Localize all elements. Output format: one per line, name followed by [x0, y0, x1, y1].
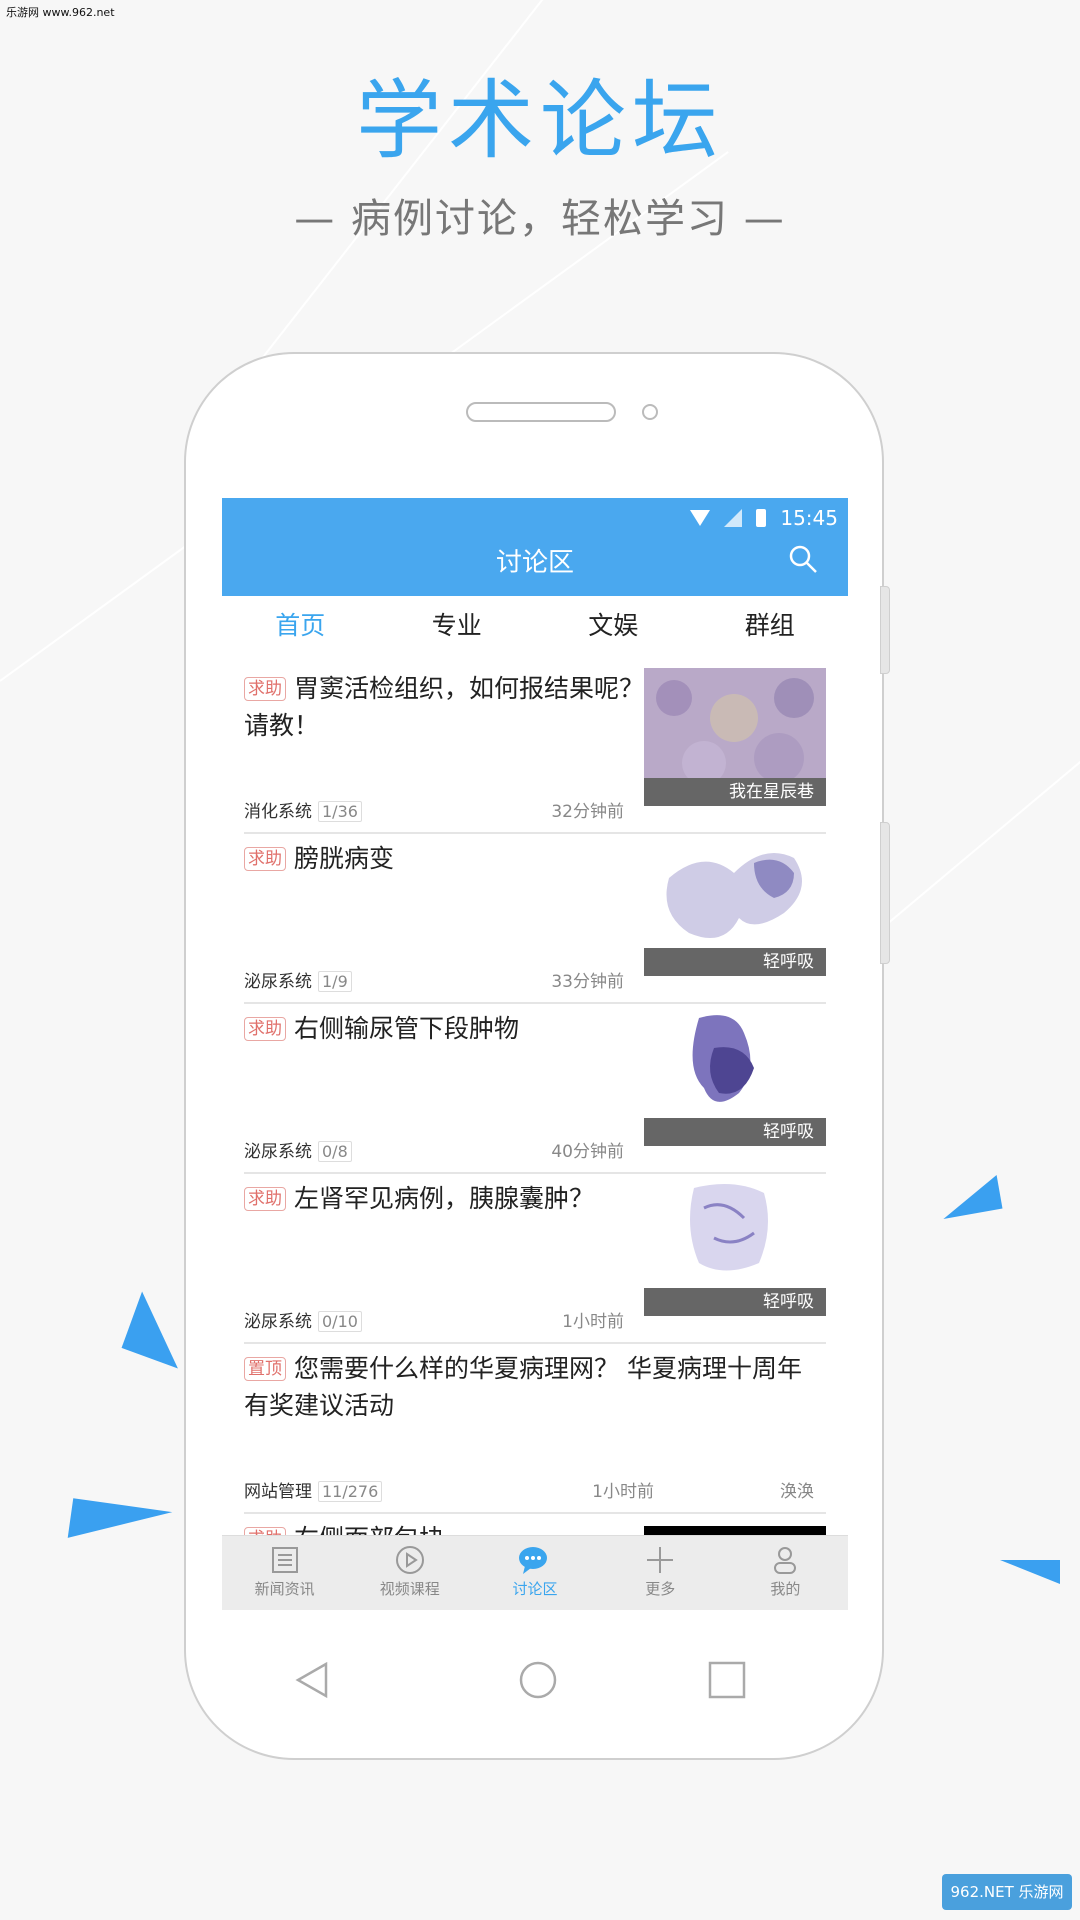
- post-author: 涣涣: [780, 1482, 814, 1502]
- reply-count: 0/8: [318, 1141, 352, 1162]
- post-title-text: 您需要什么样的华夏病理网？ 华夏病理十周年有奖建议活动: [244, 1354, 802, 1420]
- user-icon: [774, 1547, 797, 1574]
- subline: — 病例讨论，轻松学习 —: [294, 196, 786, 242]
- post-meta: 泌尿系统 0/8 40分钟前: [244, 1137, 624, 1162]
- post-tag: 求助: [244, 847, 286, 871]
- post-tag: 求助: [244, 1017, 286, 1041]
- wifi-icon: [690, 510, 711, 526]
- post-meta: 泌尿系统 0/10 1小时前: [244, 1307, 624, 1332]
- thumbnail-caption: 轻呼吸: [644, 1118, 826, 1146]
- news-icon: [271, 1547, 298, 1573]
- post-title: 求助 左肾罕见病例，胰腺囊肿？: [244, 1180, 644, 1217]
- decor-triangle: [67, 1498, 173, 1552]
- reply-count: 11/276: [318, 1481, 383, 1502]
- tab-home[interactable]: 首页: [222, 596, 379, 656]
- post-title: 求助 右侧输尿管下段肿物: [244, 1010, 644, 1047]
- decor-line: [259, 0, 631, 362]
- nav-more[interactable]: 更多: [598, 1536, 723, 1610]
- post-time: 1小时前: [592, 1482, 654, 1502]
- system-keys: [295, 1661, 746, 1699]
- post-tag: 求助: [244, 1187, 286, 1211]
- thumbnail-caption: 轻呼吸: [644, 948, 826, 976]
- post-time: 33分钟前: [551, 972, 624, 992]
- bottom-navigation: 新闻资讯 视频课程 讨论区 更多 我的: [222, 1535, 848, 1610]
- post-meta: 消化系统 1/36 32分钟前: [244, 797, 624, 822]
- nav-label: 视频课程: [379, 1580, 440, 1598]
- status-time: 15:45: [780, 506, 838, 530]
- list-item[interactable]: 置顶 您需要什么样的华夏病理网？ 华夏病理十周年有奖建议活动 网站管理 11/276…: [244, 1344, 826, 1514]
- watermark-bottom: 962.NET 乐游网: [942, 1874, 1072, 1910]
- tab-entertainment[interactable]: 文娱: [535, 596, 692, 656]
- post-category: 泌尿系统: [244, 1312, 312, 1332]
- back-icon[interactable]: [295, 1661, 328, 1699]
- chat-icon: [519, 1547, 547, 1574]
- plus-icon: [647, 1547, 674, 1573]
- signal-icon: [724, 509, 743, 527]
- page-title: 讨论区: [495, 548, 574, 578]
- post-title-text: 左肾罕见病例，胰腺囊肿？: [294, 1184, 595, 1213]
- post-list: 求助 胃窦活检组织，如何报结果呢？请教！ 消化系统 1/36 32分钟前 我在星辰巷: [222, 664, 848, 1610]
- post-title-text: 胃窦活检组织，如何报结果呢？请教！: [244, 674, 645, 740]
- post-category: 泌尿系统: [244, 1142, 312, 1162]
- category-tabs: 首页 专业 文娱 群组: [222, 596, 848, 656]
- post-thumbnail[interactable]: 我在星辰巷: [644, 668, 826, 806]
- decor-triangle: [937, 1175, 1003, 1219]
- phone-camera: [642, 404, 658, 420]
- post-tag: 置顶: [244, 1357, 286, 1381]
- watermark-top: 乐游网 www.962.net: [6, 6, 115, 19]
- nav-label: 更多: [645, 1580, 676, 1598]
- thumbnail-caption: 我在星辰巷: [644, 778, 826, 806]
- thumbnail-caption: 轻呼吸: [644, 1288, 826, 1316]
- list-item[interactable]: 求助 膀胱病变 泌尿系统 1/9 33分钟前 轻呼吸: [244, 834, 826, 1004]
- post-thumbnail[interactable]: 轻呼吸: [644, 1008, 826, 1146]
- post-time: 32分钟前: [551, 802, 624, 822]
- nav-video[interactable]: 视频课程: [347, 1536, 472, 1610]
- list-item[interactable]: 求助 右侧输尿管下段肿物 泌尿系统 0/8 40分钟前 轻呼吸: [244, 1004, 826, 1174]
- play-icon: [395, 1546, 424, 1574]
- post-thumbnail[interactable]: 轻呼吸: [644, 838, 826, 976]
- post-meta: 泌尿系统 1/9 33分钟前: [244, 967, 624, 992]
- nav-label: 讨论区: [512, 1580, 558, 1598]
- volume-button: [880, 586, 890, 674]
- post-category: 消化系统: [244, 802, 312, 822]
- phone-frame: 15:45 讨论区 首页 专业 文娱 群组 求助 胃窦活检组织，如何报结果呢？请教…: [184, 352, 890, 1760]
- post-title-text: 右侧输尿管下段肿物: [294, 1014, 520, 1043]
- reply-count: 1/9: [318, 971, 352, 992]
- tab-groups[interactable]: 群组: [692, 596, 849, 656]
- post-category: 泌尿系统: [244, 972, 312, 992]
- post-title: 求助 膀胱病变: [244, 840, 644, 877]
- search-icon[interactable]: [788, 544, 818, 574]
- post-thumbnail[interactable]: 轻呼吸: [644, 1178, 826, 1316]
- post-tag: 求助: [244, 677, 286, 701]
- nav-me[interactable]: 我的: [723, 1536, 848, 1610]
- nav-news[interactable]: 新闻资讯: [222, 1536, 347, 1610]
- post-title-text: 膀胱病变: [294, 844, 395, 873]
- nav-label: 我的: [770, 1580, 801, 1598]
- nav-discussion[interactable]: 讨论区: [472, 1536, 597, 1610]
- reply-count: 1/36: [318, 801, 362, 822]
- post-time: 40分钟前: [551, 1142, 624, 1162]
- app-bar: 15:45 讨论区: [222, 498, 848, 596]
- list-item[interactable]: 求助 左肾罕见病例，胰腺囊肿？ 泌尿系统 0/10 1小时前 轻呼吸: [244, 1174, 826, 1344]
- app-screen: 15:45 讨论区 首页 专业 文娱 群组 求助 胃窦活检组织，如何报结果呢？请教…: [222, 498, 848, 1610]
- recents-icon[interactable]: [708, 1661, 746, 1699]
- power-button: [880, 822, 890, 964]
- nav-label: 新闻资讯: [254, 1580, 315, 1598]
- phone-speaker: [466, 402, 616, 422]
- list-item[interactable]: 求助 胃窦活检组织，如何报结果呢？请教！ 消化系统 1/36 32分钟前 我在星辰巷: [244, 664, 826, 834]
- decor-triangle: [1000, 1560, 1060, 1584]
- reply-count: 0/10: [318, 1311, 362, 1332]
- headline: 学术论坛: [356, 71, 724, 171]
- post-category: 网站管理: [244, 1482, 312, 1502]
- tab-specialty[interactable]: 专业: [379, 596, 536, 656]
- battery-icon: [756, 509, 767, 527]
- post-time: 1小时前: [562, 1312, 624, 1332]
- post-title: 置顶 您需要什么样的华夏病理网？ 华夏病理十周年有奖建议活动: [244, 1350, 804, 1424]
- post-title: 求助 胃窦活检组织，如何报结果呢？请教！: [244, 670, 644, 744]
- post-meta: 网站管理 11/276 1小时前 涣涣: [244, 1477, 814, 1502]
- home-icon[interactable]: [519, 1661, 557, 1699]
- status-bar: 15:45: [690, 506, 838, 530]
